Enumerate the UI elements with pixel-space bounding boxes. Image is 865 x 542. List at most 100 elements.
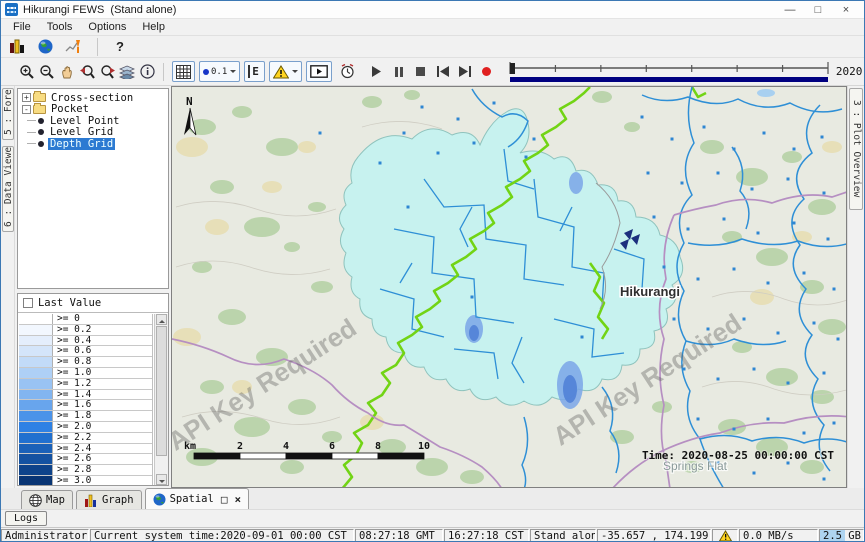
tree-connector: [27, 143, 36, 144]
legend-scrollbar[interactable]: [154, 314, 168, 485]
timeseries-icon[interactable]: [63, 36, 83, 58]
layers-icon[interactable]: [117, 61, 137, 83]
tab-forecast[interactable]: 5 : Forecast: [2, 88, 14, 140]
movie-export-button[interactable]: [306, 61, 332, 82]
tree-expander-icon[interactable]: +: [22, 93, 31, 102]
tab-map[interactable]: Map: [21, 490, 73, 509]
legend-e-icon: E: [248, 65, 261, 78]
globe-wireframe-icon: [29, 494, 42, 507]
menu-help[interactable]: Help: [134, 19, 173, 35]
skip-first-button[interactable]: [432, 61, 454, 83]
tree-connector: [27, 120, 36, 121]
menu-tools[interactable]: Tools: [39, 19, 81, 35]
legend-row-label: >= 1.2: [53, 379, 91, 389]
legend-row-label: >= 0.2: [53, 325, 91, 335]
grid-toggle-button[interactable]: [172, 61, 195, 82]
warning-dropdown-button[interactable]: [269, 61, 302, 82]
tab-spatial[interactable]: Spatial □ ×: [145, 488, 250, 509]
bar-chart-icon: [84, 494, 98, 507]
zoom-out-icon[interactable]: [37, 61, 57, 83]
tab-map-label: Map: [46, 494, 65, 506]
legend-row: >= 0.2: [19, 325, 152, 336]
logs-button[interactable]: Logs: [5, 511, 47, 526]
info-icon[interactable]: [137, 61, 157, 83]
skip-last-button[interactable]: [454, 61, 476, 83]
legend-row-label: >= 2.2: [53, 433, 91, 443]
status-cell-0: Administrator: [1, 529, 89, 542]
database-viewer-icon[interactable]: [7, 36, 27, 58]
minimize-button[interactable]: —: [776, 2, 804, 18]
panel-restore-icon[interactable]: □: [221, 493, 228, 506]
legend-row-label: >= 0: [53, 314, 80, 324]
tree-item-cross-section[interactable]: +Cross-section: [22, 92, 168, 104]
legend-row: >= 3.0: [19, 476, 152, 485]
legend-row-label: >= 2.4: [53, 444, 91, 454]
pause-button[interactable]: [388, 61, 410, 83]
legend-color-swatch: [19, 379, 53, 389]
animation-clock-icon[interactable]: [338, 61, 358, 83]
chevron-down-icon: [292, 70, 298, 76]
tree-item-depth-grid[interactable]: Depth Grid: [22, 138, 168, 150]
zoom-in-icon[interactable]: [17, 61, 37, 83]
scroll-down-icon[interactable]: [156, 474, 167, 485]
status-cell-1: Current system time:2020-09-01 00:00 CST: [90, 529, 354, 542]
svg-text:10: 10: [418, 441, 430, 452]
panel-close-icon[interactable]: ×: [234, 493, 241, 506]
legend-row-label: >= 2.8: [53, 465, 91, 475]
layer-bullet-icon: [38, 129, 44, 135]
play-button[interactable]: [366, 61, 388, 83]
legend-color-swatch: [19, 314, 53, 324]
legend-color-swatch: [19, 368, 53, 378]
menu-file[interactable]: File: [5, 19, 39, 35]
svg-text:km: km: [184, 441, 196, 452]
svg-text:4: 4: [283, 441, 289, 452]
tree-connector: [27, 132, 36, 133]
app-window: Hikurangi FEWS (Stand alone) — □ × File …: [0, 0, 865, 542]
chevron-down-icon: [230, 70, 236, 76]
status-bar: AdministratorCurrent system time:2020-09…: [1, 528, 864, 542]
contour-interval-value: 0.1: [211, 67, 227, 77]
zoom-previous-icon[interactable]: [77, 61, 97, 83]
map-viewport[interactable]: API Key Required API Key Required N Hiku…: [171, 86, 847, 488]
tab-graph[interactable]: Graph: [76, 490, 142, 509]
tab-data-viewer[interactable]: 6 : Data Viewer: [2, 146, 14, 232]
town-label: Hikurangi: [620, 284, 680, 299]
menu-options[interactable]: Options: [80, 19, 134, 35]
status-cell-5: -35.657 , 174.199: [597, 529, 711, 542]
spatial-display-icon[interactable]: [35, 36, 55, 58]
legend-color-swatch: [19, 390, 53, 400]
right-tab-strip: 3 : Plot Overview: [847, 86, 864, 488]
tab-plot-overview[interactable]: 3 : Plot Overview: [849, 88, 863, 210]
help-icon[interactable]: ?: [112, 39, 128, 54]
legend-row-label: >= 3.0: [53, 476, 91, 485]
record-button[interactable]: [476, 61, 498, 83]
legend-row: >= 1.2: [19, 379, 152, 390]
pan-hand-icon[interactable]: [57, 61, 77, 83]
tree-item-level-point[interactable]: Level Point: [22, 115, 168, 127]
last-value-label: Last Value: [38, 297, 101, 309]
window-title: Hikurangi FEWS (Stand alone): [23, 4, 176, 16]
stop-button[interactable]: [410, 61, 432, 83]
zoom-next-icon[interactable]: [97, 61, 117, 83]
status-warning-cell: [712, 529, 738, 542]
timeline-slider[interactable]: [508, 61, 830, 83]
close-button[interactable]: ×: [832, 2, 860, 18]
legend-toggle-button[interactable]: E: [244, 61, 265, 82]
tree-item-level-grid[interactable]: Level Grid: [22, 127, 168, 139]
menu-bar: File Tools Options Help: [1, 19, 864, 36]
legend-row-label: >= 1.4: [53, 390, 91, 400]
legend-list: >= 0>= 0.2>= 0.4>= 0.6>= 0.8>= 1.0>= 1.2…: [19, 314, 153, 485]
tree-item-label: Depth Grid: [48, 138, 115, 150]
legend-panel: Last Value >= 0>= 0.2>= 0.4>= 0.6>= 0.8>…: [17, 293, 169, 486]
scroll-thumb[interactable]: [156, 326, 167, 456]
last-value-checkbox[interactable]: [23, 298, 33, 308]
legend-row-label: >= 2.6: [53, 454, 91, 464]
contour-interval-dropdown[interactable]: 0.1: [199, 61, 240, 82]
tree-expander-icon[interactable]: -: [22, 105, 31, 114]
status-cell-3: 16:27:18 CST: [444, 529, 529, 542]
tab-graph-label: Graph: [102, 494, 134, 506]
scroll-up-icon[interactable]: [156, 314, 167, 325]
legend-color-swatch: [19, 346, 53, 356]
tree-item-pocket[interactable]: -Pocket: [22, 104, 168, 116]
maximize-button[interactable]: □: [804, 2, 832, 18]
